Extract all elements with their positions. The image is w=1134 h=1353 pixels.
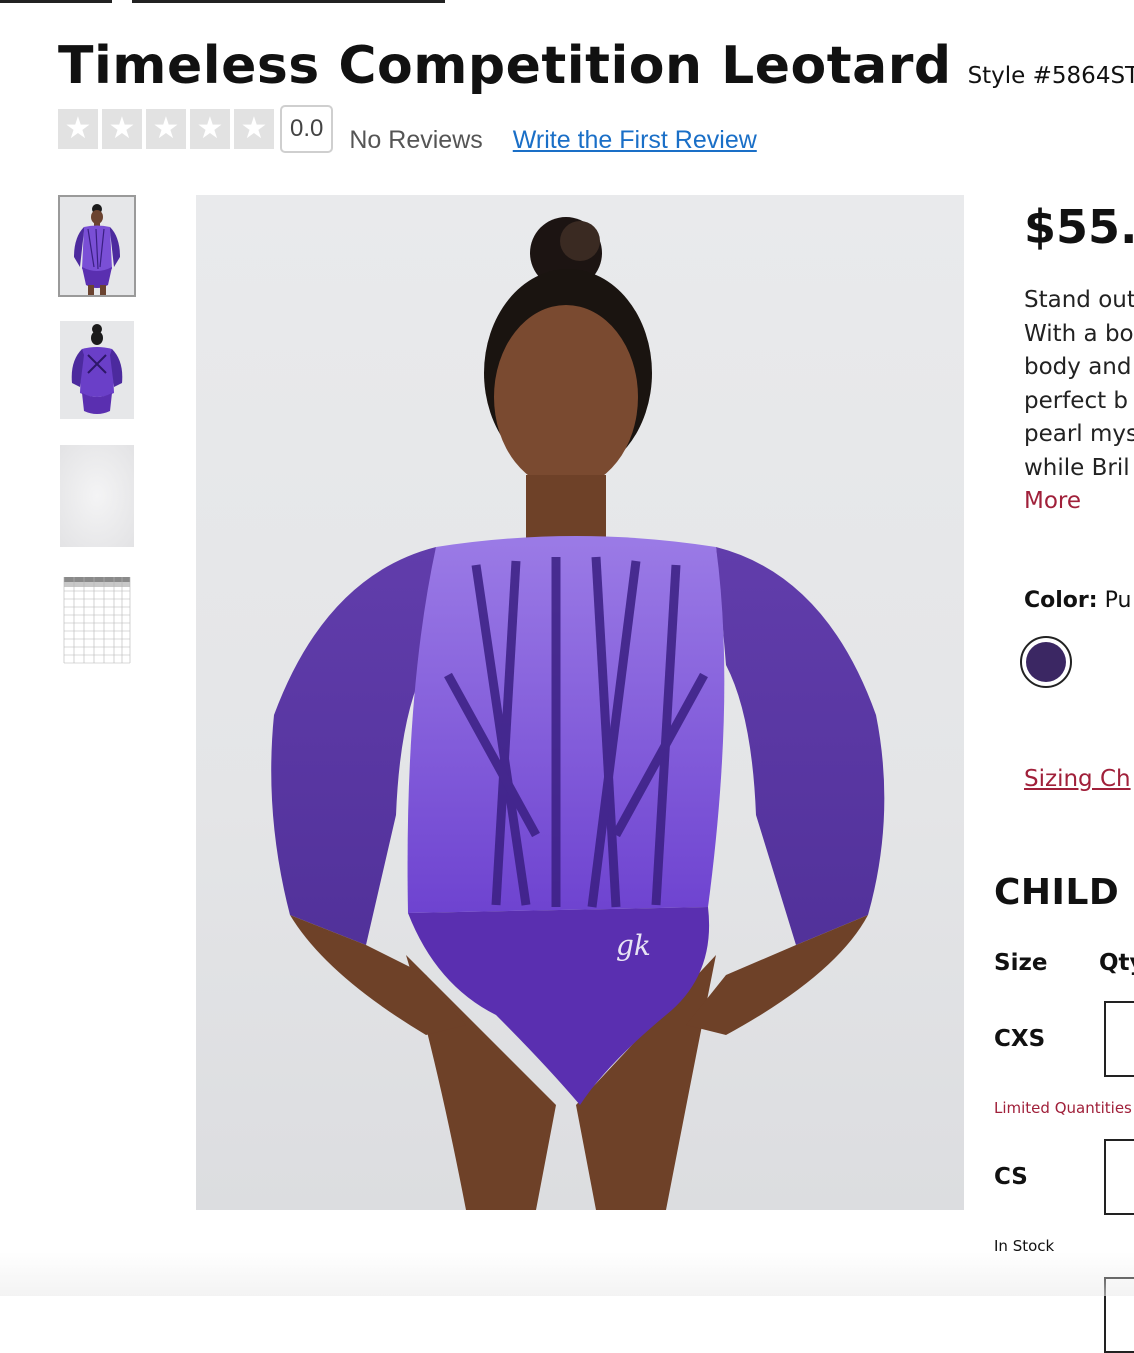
leotard-model-photo: gk	[271, 217, 885, 1210]
star-icon[interactable]: ★	[146, 108, 186, 149]
size-chart-thumbnail-image	[60, 573, 134, 669]
write-review-link[interactable]: Write the First Review	[513, 126, 757, 155]
thumbnail-blank[interactable]	[58, 443, 136, 549]
color-swatch	[1026, 642, 1066, 682]
main-product-image[interactable]: gk	[196, 195, 964, 1210]
color-swatch-selected[interactable]	[1020, 636, 1072, 688]
description-line: body and	[1024, 354, 1132, 380]
thumbnail-front-view[interactable]	[58, 195, 136, 297]
blank-thumbnail-image	[60, 445, 134, 547]
leotard-front-thumbnail-image	[60, 197, 134, 295]
color-label-title: Color:	[1024, 588, 1098, 613]
size-label-cxs: CXS	[994, 1026, 1046, 1052]
product-title: Timeless Competition Leotard	[58, 36, 952, 96]
star-icon[interactable]: ★	[190, 108, 230, 149]
description-line: With a bo	[1024, 320, 1134, 347]
thumbnail-strip	[58, 195, 136, 693]
size-column-header: Size	[994, 950, 1048, 976]
rating-score: 0.0	[280, 104, 334, 153]
description-line: while Bril	[1024, 454, 1130, 481]
review-count: No Reviews	[349, 126, 483, 154]
thumbnail-back-view[interactable]	[58, 319, 136, 421]
svg-text:gk: gk	[616, 929, 651, 962]
qty-input-cxs[interactable]	[1104, 1001, 1134, 1077]
breadcrumb-underline-2[interactable]	[132, 0, 445, 3]
description-line: pearl mys	[1024, 421, 1134, 447]
size-section-title: CHILD	[994, 872, 1120, 913]
sizing-chart-link[interactable]: Sizing Ch	[1024, 766, 1131, 792]
color-label: Color: Pu	[1024, 588, 1131, 613]
size-label-cs: CS	[994, 1164, 1028, 1190]
bottom-fade	[0, 1252, 1134, 1296]
star-icon[interactable]: ★	[102, 108, 142, 149]
breadcrumb-underline-1[interactable]	[0, 0, 112, 3]
stock-status-cxs: Limited Quantities	[994, 1099, 1132, 1117]
qty-column-header: Qty	[1099, 950, 1134, 976]
color-value: Pu	[1104, 588, 1132, 613]
star-icon[interactable]: ★	[58, 108, 98, 149]
product-price: $55.0	[1024, 200, 1134, 254]
thumbnail-size-chart[interactable]	[58, 571, 136, 671]
star-icon[interactable]: ★	[234, 108, 274, 149]
description-line: Stand out	[1024, 287, 1134, 313]
style-number: Style #5864ST	[967, 63, 1134, 89]
leotard-back-thumbnail-image	[60, 321, 134, 419]
qty-input-cs[interactable]	[1104, 1139, 1134, 1215]
more-link[interactable]: More	[1024, 485, 1134, 519]
product-header: Timeless Competition Leotard Style #5864…	[58, 36, 1134, 96]
product-description: Stand out With a bo body and perfect b p…	[1024, 284, 1134, 519]
rating-row: ★ ★ ★ ★ ★ 0.0 No Reviews Write the First…	[58, 102, 757, 155]
description-line: perfect b	[1024, 387, 1129, 414]
